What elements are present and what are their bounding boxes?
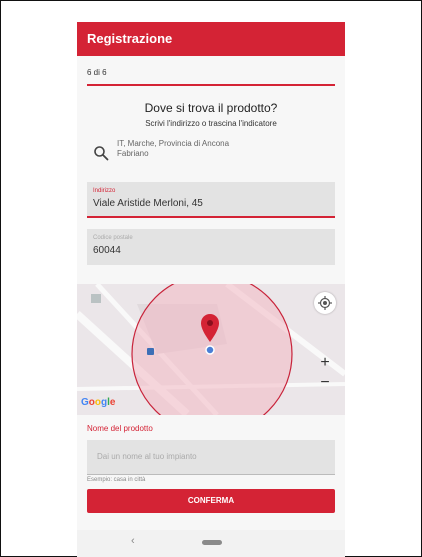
- search-icon[interactable]: [93, 145, 109, 161]
- question-title: Dove si trova il prodotto?: [144, 101, 278, 115]
- progress-bar: [87, 84, 335, 86]
- transit-icon: [147, 348, 154, 355]
- step-indicator: 6 di 6: [87, 68, 107, 77]
- phone-screen: Registrazione 6 di 6 Dove si trova il pr…: [77, 22, 345, 557]
- confirm-button[interactable]: CONFERMA: [87, 489, 335, 513]
- search-result[interactable]: IT, Marche, Provincia di Ancona Fabriano: [117, 139, 297, 159]
- home-pill-icon[interactable]: [202, 540, 222, 545]
- google-logo: Google: [81, 397, 116, 408]
- crosshair-icon: [318, 296, 332, 310]
- product-name-input[interactable]: Dai un nome al tuo impianto: [87, 440, 335, 475]
- image-placeholder-icon: [91, 294, 101, 303]
- map-view[interactable]: + − Google: [77, 284, 345, 415]
- search-result-region: IT, Marche, Provincia di Ancona: [117, 139, 230, 148]
- product-name-placeholder: Dai un nome al tuo impianto: [97, 452, 197, 461]
- postal-code-label: Codice postale: [93, 235, 133, 241]
- system-nav-bar: ‹: [77, 530, 345, 557]
- product-name-helper: Esempio: casa in città: [87, 477, 146, 483]
- back-icon[interactable]: ‹: [131, 535, 135, 547]
- app-bar: Registrazione: [77, 22, 345, 56]
- postal-code-field[interactable]: Codice postale 60044: [87, 229, 335, 265]
- address-label: Indirizzo: [93, 188, 116, 194]
- product-name-label: Nome del prodotto: [87, 424, 153, 433]
- my-location-button[interactable]: [314, 292, 336, 314]
- address-field[interactable]: Indirizzo Viale Aristide Merloni, 45: [87, 182, 335, 218]
- search-result-city: Fabriano: [117, 149, 149, 158]
- zoom-in-button[interactable]: +: [317, 354, 333, 372]
- postal-code-value[interactable]: 60044: [93, 245, 121, 256]
- address-value[interactable]: Viale Aristide Merloni, 45: [93, 198, 203, 209]
- location-search[interactable]: IT, Marche, Provincia di Ancona Fabriano: [93, 139, 323, 165]
- zoom-out-button[interactable]: −: [317, 374, 333, 392]
- map-canvas[interactable]: [77, 284, 345, 415]
- page-title: Registrazione: [87, 31, 173, 46]
- question-subtitle: Scrivi l'indirizzo o trascina l'indicato…: [145, 119, 277, 128]
